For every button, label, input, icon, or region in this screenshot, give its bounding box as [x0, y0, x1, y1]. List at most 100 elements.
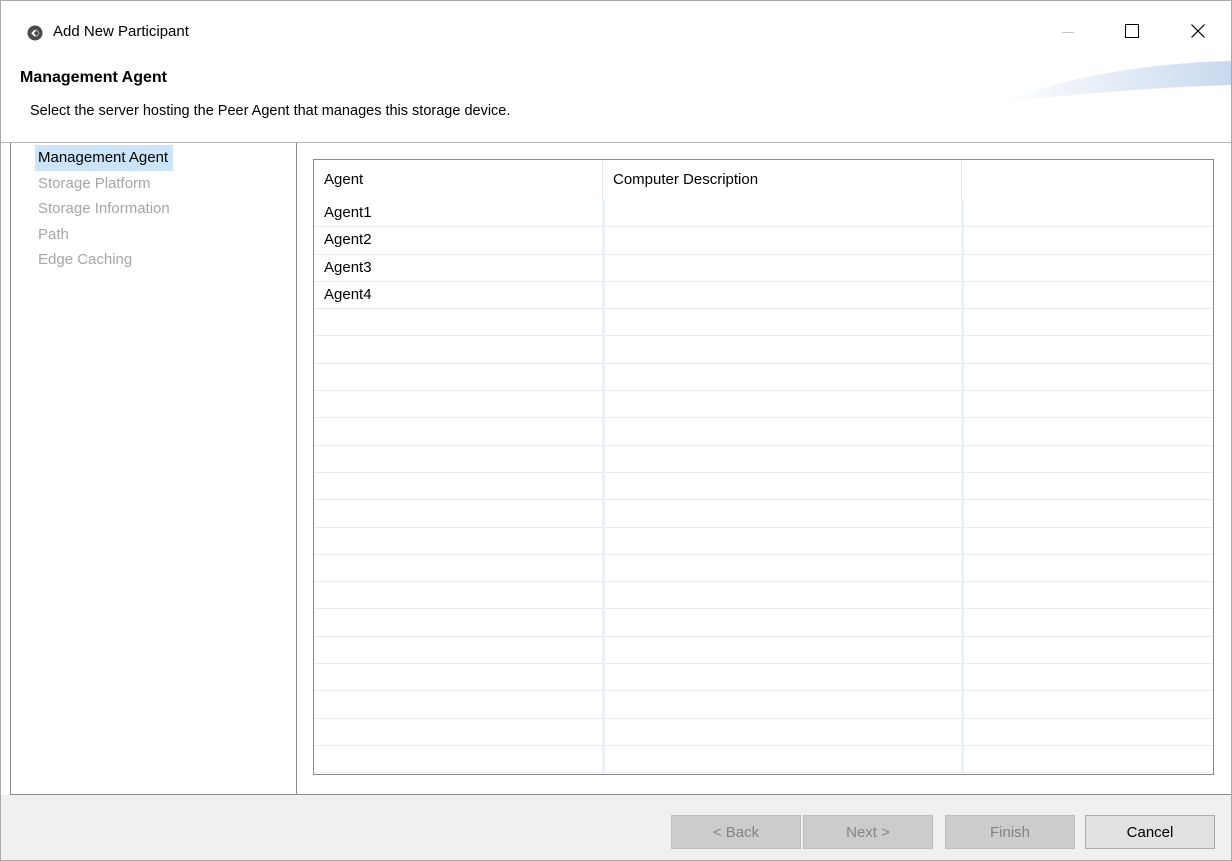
table-cell — [603, 500, 962, 526]
column-divider[interactable] — [602, 200, 605, 774]
empty-table-row — [314, 637, 1213, 665]
empty-table-row — [314, 309, 1213, 337]
table-cell — [603, 555, 962, 581]
table-cell — [962, 637, 1213, 663]
table-cell: Agent1 — [324, 204, 372, 221]
nav-step-storage-platform[interactable]: Storage Platform — [35, 171, 173, 197]
back-button[interactable]: < Back — [671, 815, 801, 849]
table-cell — [603, 691, 962, 717]
table-cell — [962, 227, 1213, 253]
table-cell: Agent3 — [324, 258, 372, 276]
empty-table-row — [314, 746, 1213, 774]
table-cell — [314, 309, 603, 335]
close-icon — [1191, 24, 1205, 42]
app-logo-icon — [27, 25, 43, 41]
empty-table-row — [314, 336, 1213, 364]
table-cell — [603, 582, 962, 608]
table-cell — [603, 391, 962, 417]
title-bar[interactable]: Add New Participant — [1, 1, 1231, 61]
column-divider[interactable] — [961, 200, 964, 774]
wizard-steps-nav: Management Agent Storage Platform Storage … — [10, 143, 297, 795]
close-button[interactable] — [1175, 13, 1221, 53]
window-title: Add New Participant — [53, 23, 189, 40]
agent-table: Agent Computer Description Agent1 Agent2 Ag… — [313, 159, 1214, 775]
table-cell — [962, 309, 1213, 335]
table-cell — [603, 309, 962, 335]
empty-table-row — [314, 582, 1213, 610]
nav-step-storage-information[interactable]: Storage Information — [35, 196, 173, 222]
table-cell — [603, 336, 962, 362]
table-body: Agent1 Agent2 Agent3 Agent4 — [314, 200, 1213, 774]
table-cell — [603, 473, 962, 499]
table-cell — [314, 555, 603, 581]
empty-table-row — [314, 418, 1213, 446]
add-participant-dialog: Add New Participant Management Agent Sel… — [0, 0, 1232, 861]
maximize-icon — [1125, 24, 1139, 42]
table-cell: Agent4 — [324, 285, 372, 303]
table-cell — [314, 746, 603, 772]
column-header[interactable]: Computer Description — [603, 160, 962, 200]
cancel-button[interactable]: Cancel — [1085, 815, 1215, 849]
nav-step-path[interactable]: Path — [35, 222, 173, 248]
table-cell — [962, 446, 1213, 472]
table-row[interactable]: Agent2 — [314, 227, 1213, 255]
wizard-steps-list: Management Agent Storage Platform Storage … — [35, 145, 173, 273]
empty-table-row — [314, 664, 1213, 692]
table-cell — [962, 664, 1213, 690]
table-cell — [314, 391, 603, 417]
table-cell — [962, 609, 1213, 635]
table-cell — [603, 227, 962, 253]
table-cell — [962, 282, 1213, 308]
empty-table-row — [314, 609, 1213, 637]
page-title: Management Agent — [20, 69, 167, 86]
table-cell — [314, 418, 603, 444]
finish-button[interactable]: Finish — [945, 815, 1075, 849]
table-cell — [314, 446, 603, 472]
table-cell — [962, 391, 1213, 417]
header-swoosh-graphic — [1001, 61, 1231, 101]
column-header[interactable] — [962, 160, 1213, 200]
table-cell — [603, 528, 962, 554]
table-cell — [603, 446, 962, 472]
table-cell — [962, 255, 1213, 281]
table-cell — [603, 255, 962, 281]
minimize-button[interactable] — [1045, 13, 1091, 53]
maximize-button[interactable] — [1109, 13, 1155, 53]
table-cell — [603, 664, 962, 690]
table-cell — [962, 555, 1213, 581]
table-cell — [603, 418, 962, 444]
empty-table-row — [314, 719, 1213, 746]
empty-table-row — [314, 528, 1213, 555]
table-cell — [962, 691, 1213, 717]
table-cell: Agent2 — [324, 231, 372, 249]
empty-table-row — [314, 364, 1213, 392]
page-description: Select the server hosting the Peer Agent… — [30, 103, 511, 119]
table-cell — [962, 746, 1213, 772]
table-cell — [962, 336, 1213, 362]
column-header[interactable]: Agent — [314, 160, 603, 200]
table-cell — [314, 719, 603, 745]
table-cell — [314, 637, 603, 663]
table-row[interactable]: Agent4 — [314, 282, 1213, 310]
table-cell — [314, 473, 603, 499]
minimize-icon — [1062, 25, 1074, 42]
table-cell — [314, 500, 603, 526]
table-cell — [314, 528, 603, 554]
table-cell — [603, 200, 962, 226]
empty-table-row — [314, 555, 1213, 583]
nav-step-management-agent[interactable]: Management Agent — [35, 145, 173, 171]
wizard-header: Management Agent Select the server hosti… — [1, 61, 1231, 143]
table-cell — [962, 528, 1213, 554]
nav-step-edge-caching[interactable]: Edge Caching — [35, 247, 173, 273]
table-row[interactable]: Agent3 — [314, 255, 1213, 282]
table-row[interactable]: Agent1 — [314, 200, 1213, 228]
table-cell — [962, 500, 1213, 526]
table-cell — [962, 200, 1213, 226]
wizard-footer: < Back Next > Finish Cancel — [1, 795, 1231, 860]
table-cell — [314, 609, 603, 635]
empty-table-row — [314, 691, 1213, 719]
table-cell — [314, 664, 603, 690]
next-button[interactable]: Next > — [803, 815, 933, 849]
table-cell — [962, 582, 1213, 608]
empty-table-row — [314, 391, 1213, 419]
